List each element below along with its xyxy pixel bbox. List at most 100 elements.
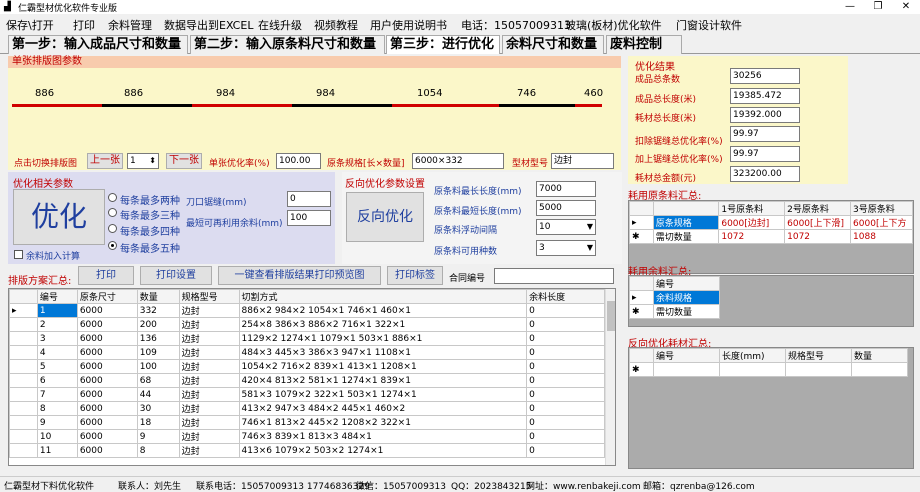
cell[interactable]: 6000 bbox=[76, 387, 138, 402]
cell[interactable]: 6000 bbox=[76, 401, 138, 416]
menu-phone[interactable]: 电话：15057009313 bbox=[461, 17, 571, 33]
cell[interactable]: 0 bbox=[526, 331, 605, 346]
cell[interactable]: 6000 bbox=[76, 415, 138, 430]
cell[interactable]: 1072 bbox=[718, 229, 786, 244]
cell[interactable]: 边封 bbox=[178, 443, 240, 458]
cell[interactable]: 44 bbox=[136, 387, 180, 402]
table-row[interactable]: ✱ 需切数量 bbox=[629, 304, 720, 319]
cell[interactable]: 200 bbox=[136, 317, 180, 332]
cell[interactable]: 9 bbox=[136, 429, 180, 444]
cell[interactable]: 11 bbox=[36, 443, 78, 458]
menu-remnant[interactable]: 余料管理 bbox=[108, 17, 152, 33]
cell[interactable]: 边封 bbox=[178, 387, 240, 402]
cell[interactable]: 1 bbox=[36, 303, 78, 318]
cell[interactable]: 7 bbox=[36, 387, 78, 402]
cell[interactable]: 254×8 386×3 886×2 716×1 322×1 bbox=[238, 317, 528, 332]
close-button[interactable]: ✕ bbox=[892, 0, 920, 14]
table-row[interactable]: ▸ 余料规格 bbox=[629, 290, 720, 305]
cell[interactable] bbox=[653, 362, 720, 377]
maximize-button[interactable]: ❐ bbox=[864, 0, 892, 14]
table-row[interactable]: 7 6000 44 边封 581×3 1079×2 322×1 503×1 1274×1… bbox=[9, 387, 605, 402]
plan-table[interactable]: 编号 原条尺寸 数量 规格型号 切割方式 余料长度 ▸ 1 6000 332 边… bbox=[8, 288, 616, 466]
print-label-button[interactable]: 打印标签 bbox=[387, 266, 443, 285]
cell[interactable]: 原条规格 bbox=[652, 215, 720, 230]
table-row[interactable]: 9 6000 18 边封 746×1 813×2 445×2 1208×2 322×1 0 bbox=[9, 415, 605, 430]
col-header[interactable]: 3号原条料 bbox=[850, 201, 913, 216]
radio-four[interactable] bbox=[108, 224, 117, 233]
cell[interactable]: 0 bbox=[526, 373, 605, 388]
cell[interactable] bbox=[851, 362, 908, 377]
cell[interactable]: 边封 bbox=[178, 429, 240, 444]
cell[interactable]: 1072 bbox=[784, 229, 852, 244]
cell[interactable]: 6000 bbox=[76, 331, 138, 346]
menu-save-open[interactable]: 保存\打开 bbox=[6, 17, 54, 33]
cell[interactable]: 484×3 445×3 386×3 947×1 1108×1 bbox=[238, 345, 528, 360]
cell[interactable]: 边封 bbox=[178, 303, 240, 318]
cell[interactable]: 0 bbox=[526, 415, 605, 430]
cell[interactable]: 6000 bbox=[76, 317, 138, 332]
print-settings-button[interactable]: 打印设置 bbox=[140, 266, 212, 285]
col-header[interactable]: 规格型号 bbox=[785, 348, 852, 363]
cell[interactable]: 5 bbox=[36, 359, 78, 374]
cell[interactable]: 0 bbox=[526, 359, 605, 374]
tab-remnant[interactable]: 余料尺寸和数量 bbox=[502, 35, 604, 54]
saw-field[interactable]: 0 bbox=[287, 191, 331, 207]
radio-five[interactable] bbox=[108, 241, 117, 250]
table-row[interactable]: 2 6000 200 边封 254×8 386×3 886×2 716×1 322×1 0 bbox=[9, 317, 605, 332]
optimize-button[interactable]: 优化 bbox=[13, 189, 105, 245]
cell[interactable]: 420×4 813×2 581×1 1274×1 839×1 bbox=[238, 373, 528, 388]
print-button[interactable]: 打印 bbox=[78, 266, 134, 285]
prev-button[interactable]: 上一张 bbox=[87, 153, 123, 169]
cell[interactable]: 413×6 1079×2 503×2 1274×1 bbox=[238, 443, 528, 458]
col-header[interactable]: 编号 bbox=[653, 348, 720, 363]
cell[interactable]: 0 bbox=[526, 401, 605, 416]
cell[interactable]: 0 bbox=[526, 429, 605, 444]
cell[interactable]: 6000 bbox=[76, 429, 138, 444]
radio-three-label[interactable]: 每条最多三种 bbox=[120, 207, 180, 222]
cell[interactable]: 6000 bbox=[76, 443, 138, 458]
cell[interactable]: 6000[边封] bbox=[718, 215, 786, 230]
col-header[interactable]: 数量 bbox=[851, 348, 908, 363]
cell[interactable]: 68 bbox=[136, 373, 180, 388]
cell[interactable]: 6000 bbox=[76, 345, 138, 360]
table-row[interactable]: ✱ 需切数量 1072 1072 1088 bbox=[629, 229, 913, 244]
cell[interactable]: 4 bbox=[36, 345, 78, 360]
cell[interactable]: 边封 bbox=[178, 401, 240, 416]
remnant-checkbox[interactable] bbox=[14, 250, 23, 259]
cell[interactable]: 0 bbox=[526, 317, 605, 332]
col-header[interactable] bbox=[652, 201, 720, 216]
cell[interactable] bbox=[785, 362, 852, 377]
cell[interactable]: 109 bbox=[136, 345, 180, 360]
tab-waste[interactable]: 废料控制 bbox=[606, 35, 682, 54]
col-header[interactable]: 数量 bbox=[136, 289, 180, 304]
tab-step2[interactable]: 第二步：输入原条料尺寸和数量 bbox=[190, 35, 385, 54]
table-row[interactable]: 5 6000 100 边封 1054×2 716×2 839×1 413×1 1208×… bbox=[9, 359, 605, 374]
vertical-scrollbar[interactable] bbox=[605, 289, 615, 465]
table-row[interactable]: 11 6000 8 边封 413×6 1079×2 503×2 1274×1 0 bbox=[9, 443, 605, 458]
cell[interactable]: 6000 bbox=[76, 303, 138, 318]
col-header[interactable]: 切割方式 bbox=[238, 289, 528, 304]
cell[interactable]: 8 bbox=[136, 443, 180, 458]
menu-print[interactable]: 打印 bbox=[73, 17, 95, 33]
radio-two[interactable] bbox=[108, 193, 117, 202]
cell[interactable]: 746×3 839×1 813×3 484×1 bbox=[238, 429, 528, 444]
max-length-field[interactable]: 7000 bbox=[536, 181, 596, 197]
col-header[interactable]: 原条尺寸 bbox=[76, 289, 138, 304]
reverse-optimize-button[interactable]: 反向优化 bbox=[346, 192, 424, 242]
col-header[interactable]: 余料长度 bbox=[526, 289, 605, 304]
radio-two-label[interactable]: 每条最多两种 bbox=[120, 192, 180, 207]
table-row[interactable]: 8 6000 30 边封 413×2 947×3 484×2 445×1 460×2 0 bbox=[9, 401, 605, 416]
table-row[interactable]: ▸ 1 6000 332 边封 886×2 984×2 1054×1 746×1… bbox=[9, 303, 605, 318]
radio-three[interactable] bbox=[108, 208, 117, 217]
cell[interactable]: 746×1 813×2 445×2 1208×2 322×1 bbox=[238, 415, 528, 430]
cell[interactable]: 9 bbox=[36, 415, 78, 430]
table-row[interactable]: 6 6000 68 边封 420×4 813×2 581×1 1274×1 839×1 0 bbox=[9, 373, 605, 388]
rate-field[interactable]: 100.00 bbox=[276, 153, 321, 169]
cell[interactable]: 0 bbox=[526, 387, 605, 402]
cell[interactable]: 136 bbox=[136, 331, 180, 346]
page-stepper[interactable]: 1 ⬍ bbox=[127, 153, 159, 169]
cell[interactable]: 需切数量 bbox=[652, 229, 720, 244]
cell[interactable]: 6000 bbox=[76, 373, 138, 388]
cell[interactable]: 1129×2 1274×1 1079×1 503×1 886×1 bbox=[238, 331, 528, 346]
print-preview-button[interactable]: 一键查看排版结果打印预览图 bbox=[218, 266, 381, 285]
